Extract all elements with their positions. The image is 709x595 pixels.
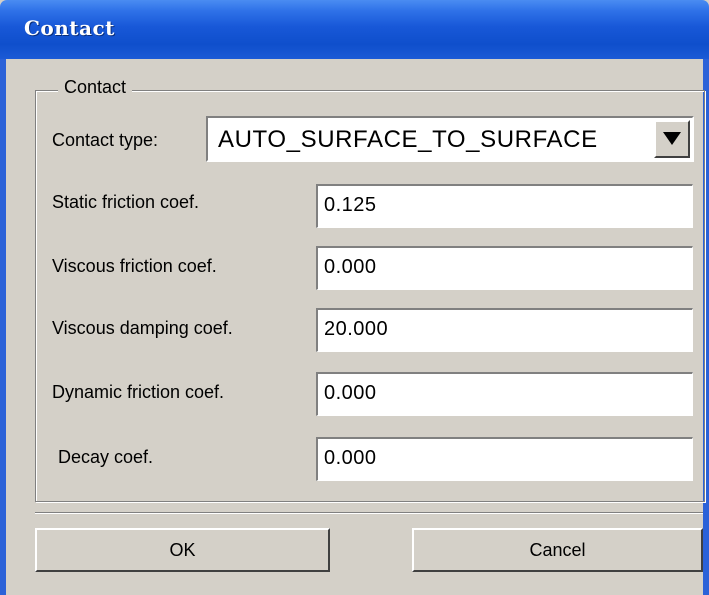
- static-friction-input[interactable]: 0.125: [316, 184, 693, 228]
- chevron-down-icon: [663, 132, 681, 145]
- ok-button[interactable]: OK: [35, 528, 330, 572]
- viscous-friction-label: Viscous friction coef.: [52, 256, 217, 276]
- window-title: Contact: [24, 16, 115, 40]
- static-friction-label: Static friction coef.: [52, 192, 200, 212]
- contact-type-value: AUTO_SURFACE_TO_SURFACE: [218, 126, 598, 153]
- viscous-damping-input[interactable]: 20.000: [316, 308, 693, 352]
- contact-type-select[interactable]: AUTO_SURFACE_TO_SURFACE: [206, 116, 694, 162]
- dynamic-friction-label: Dynamic friction coef.: [52, 382, 225, 402]
- cancel-button[interactable]: Cancel: [412, 528, 703, 572]
- title-bar[interactable]: Contact: [0, 0, 709, 59]
- dropdown-button[interactable]: [654, 120, 690, 158]
- decay-label: Decay coef.: [58, 447, 154, 467]
- window-frame-left: [0, 59, 6, 595]
- dynamic-friction-input[interactable]: 0.000: [316, 372, 693, 416]
- viscous-damping-label: Viscous damping coef.: [52, 318, 233, 338]
- contact-type-label: Contact type:: [52, 130, 159, 150]
- contact-dialog: Contact Contact Contact type: AUTO_SURFA…: [0, 0, 709, 595]
- decay-input[interactable]: 0.000: [316, 437, 693, 481]
- group-legend: Contact: [58, 77, 133, 98]
- separator: [35, 512, 703, 514]
- viscous-friction-input[interactable]: 0.000: [316, 246, 693, 290]
